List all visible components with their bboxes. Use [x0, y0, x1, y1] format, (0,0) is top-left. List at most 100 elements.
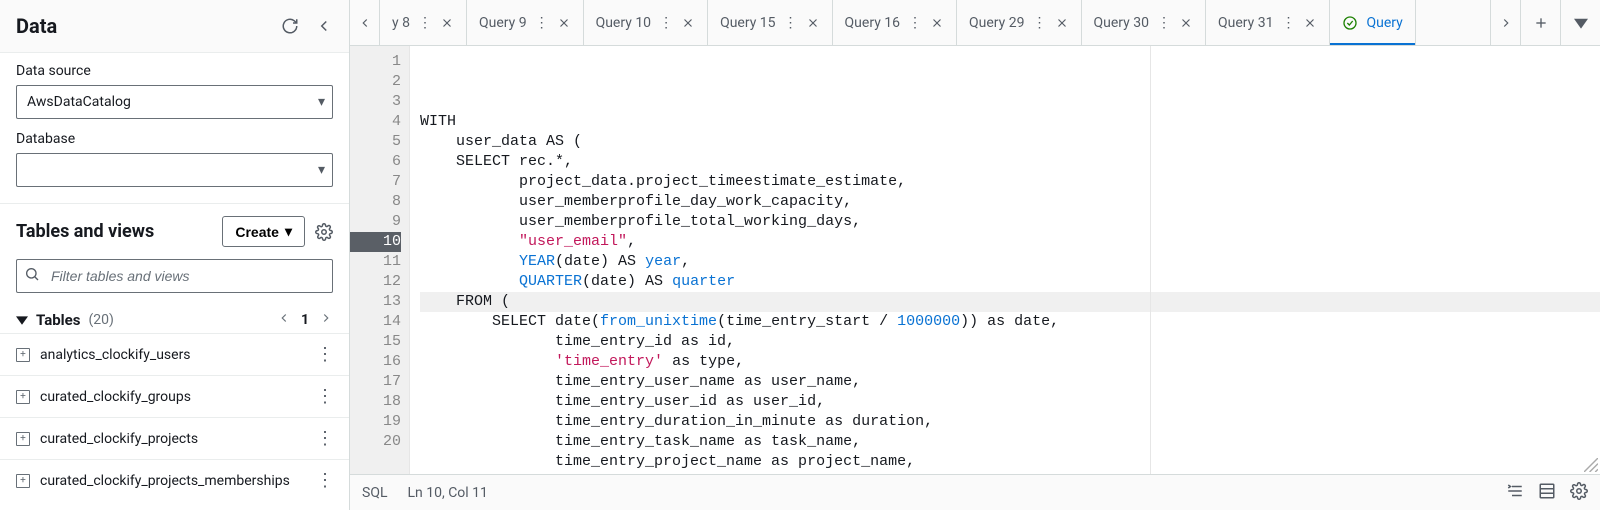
line-number[interactable]: 8 [350, 192, 401, 212]
tab-menu-icon[interactable]: ⋮ [784, 15, 798, 31]
line-number[interactable]: 14 [350, 312, 401, 332]
tab-label: Query 16 [845, 15, 900, 31]
expand-table-icon[interactable]: + [16, 390, 30, 404]
tab-menu-icon[interactable]: ⋮ [1033, 15, 1047, 31]
code-line[interactable]: time_entry_user_id as user_id, [420, 392, 1600, 412]
line-number[interactable]: 15 [350, 332, 401, 352]
code-line[interactable]: YEAR(date) AS year, [420, 252, 1600, 272]
query-tab[interactable]: Query 10 ⋮ [584, 0, 708, 45]
line-number[interactable]: 16 [350, 352, 401, 372]
close-icon[interactable] [557, 16, 571, 30]
data-source-select[interactable]: AwsDataCatalog ▾ [16, 85, 333, 119]
query-tab[interactable]: Query 30⋮ [1082, 0, 1206, 45]
page-prev-icon[interactable] [277, 311, 291, 329]
code-line[interactable]: "user_email", [420, 232, 1600, 252]
close-icon[interactable] [440, 16, 454, 30]
line-number[interactable]: 18 [350, 392, 401, 412]
panel-icon[interactable] [1538, 482, 1556, 504]
gear-icon[interactable] [315, 223, 333, 241]
line-number[interactable]: 17 [350, 372, 401, 392]
table-row[interactable]: +analytics_clockify_users⋮ [0, 333, 349, 375]
expand-table-icon[interactable]: + [16, 432, 30, 446]
line-number[interactable]: 4 [350, 112, 401, 132]
code-line[interactable]: time_entry_project_name as project_name, [420, 452, 1600, 472]
close-icon[interactable] [1303, 16, 1317, 30]
query-tab[interactable]: Query 16 ⋮ [833, 0, 957, 45]
tab-menu-icon[interactable]: ⋮ [1281, 15, 1295, 31]
line-number[interactable]: 19 [350, 412, 401, 432]
line-number[interactable]: 20 [350, 432, 401, 452]
database-select[interactable]: ▾ [16, 153, 333, 187]
close-icon[interactable] [806, 16, 820, 30]
close-icon[interactable] [1179, 16, 1193, 30]
tab-scroll-right[interactable] [1490, 0, 1520, 45]
table-actions-icon[interactable]: ⋮ [316, 428, 333, 449]
query-tab[interactable]: y 8⋮ [380, 0, 467, 45]
table-row[interactable]: +curated_clockify_projects⋮ [0, 417, 349, 459]
code-line[interactable]: user_memberprofile_day_work_capacity, [420, 192, 1600, 212]
code-line[interactable]: time_entry_duration_in_minute as duratio… [420, 412, 1600, 432]
tab-menu-icon[interactable]: ⋮ [908, 15, 922, 31]
statusbar: SQL Ln 10, Col 11 [350, 474, 1600, 510]
format-icon[interactable] [1506, 482, 1524, 504]
line-number[interactable]: 9 [350, 212, 401, 232]
query-tab[interactable]: Query 15⋮ [708, 0, 832, 45]
settings-icon[interactable] [1570, 482, 1588, 504]
code-line[interactable]: SELECT rec.*, [420, 152, 1600, 172]
query-tab[interactable]: Query 31⋮ [1206, 0, 1330, 45]
line-number[interactable]: 7 [350, 172, 401, 192]
code-line[interactable]: SELECT date(from_unixtime(time_entry_sta… [420, 312, 1600, 332]
close-icon[interactable] [930, 16, 944, 30]
query-tab[interactable]: Query 29⋮ [957, 0, 1081, 45]
line-number[interactable]: 6 [350, 152, 401, 172]
create-button[interactable]: Create ▾ [222, 216, 305, 247]
query-tab[interactable]: Query [1330, 0, 1415, 45]
line-number[interactable]: 2 [350, 72, 401, 92]
table-row[interactable]: +curated_clockify_groups⋮ [0, 375, 349, 417]
code-line[interactable]: project_data.project_timeestimate_estima… [420, 172, 1600, 192]
line-number[interactable]: 11 [350, 252, 401, 272]
tables-views-header: Tables and views Create ▾ [0, 204, 349, 259]
line-number[interactable]: 5 [350, 132, 401, 152]
tables-group-header[interactable]: Tables (20) 1 [0, 303, 349, 333]
page-next-icon[interactable] [319, 311, 333, 329]
query-tab[interactable]: Query 9⋮ [467, 0, 584, 45]
code-line[interactable]: WITH [420, 112, 1600, 132]
resize-handle-icon[interactable] [1584, 458, 1598, 472]
refresh-icon[interactable] [281, 17, 299, 35]
line-number[interactable]: 10 [350, 232, 401, 252]
code-editor[interactable]: 1234567891011121314151617181920 WITH use… [350, 46, 1600, 474]
filter-tables-input[interactable] [16, 259, 333, 293]
close-icon[interactable] [1055, 16, 1069, 30]
tab-menu-button[interactable] [1560, 0, 1600, 45]
code-line[interactable]: FROM ( [420, 292, 1600, 312]
tab-menu-icon[interactable]: ⋮ [1157, 15, 1171, 31]
collapse-sidebar-icon[interactable] [315, 17, 333, 35]
check-circle-icon [1342, 15, 1358, 31]
line-number[interactable]: 1 [350, 52, 401, 72]
close-icon[interactable] [681, 16, 695, 30]
expand-table-icon[interactable]: + [16, 474, 30, 488]
code-line[interactable]: time_entry_id as id, [420, 332, 1600, 352]
tab-label: Query 10 [596, 15, 651, 31]
tab-menu-icon[interactable]: ⋮ [659, 15, 673, 31]
code-line[interactable]: user_data AS ( [420, 132, 1600, 152]
table-actions-icon[interactable]: ⋮ [316, 386, 333, 407]
code-line[interactable]: 'time_entry' as type, [420, 352, 1600, 372]
code-line[interactable]: time_entry_task_name as task_name, [420, 432, 1600, 452]
table-row[interactable]: +curated_clockify_projects_memberships⋮ [0, 459, 349, 501]
code-line[interactable]: user_memberprofile_total_working_days, [420, 212, 1600, 232]
line-number[interactable]: 12 [350, 272, 401, 292]
table-actions-icon[interactable]: ⋮ [316, 470, 333, 491]
new-tab-button[interactable] [1520, 0, 1560, 45]
line-number[interactable]: 13 [350, 292, 401, 312]
tab-scroll-left[interactable] [350, 0, 380, 45]
code-line[interactable]: time_entry_project_id as project_id, [420, 472, 1600, 474]
code-line[interactable]: time_entry_user_name as user_name, [420, 372, 1600, 392]
code-line[interactable]: QUARTER(date) AS quarter [420, 272, 1600, 292]
tab-menu-icon[interactable]: ⋮ [418, 15, 432, 31]
table-actions-icon[interactable]: ⋮ [316, 344, 333, 365]
expand-table-icon[interactable]: + [16, 348, 30, 362]
line-number[interactable]: 3 [350, 92, 401, 112]
tab-menu-icon[interactable]: ⋮ [535, 15, 549, 31]
